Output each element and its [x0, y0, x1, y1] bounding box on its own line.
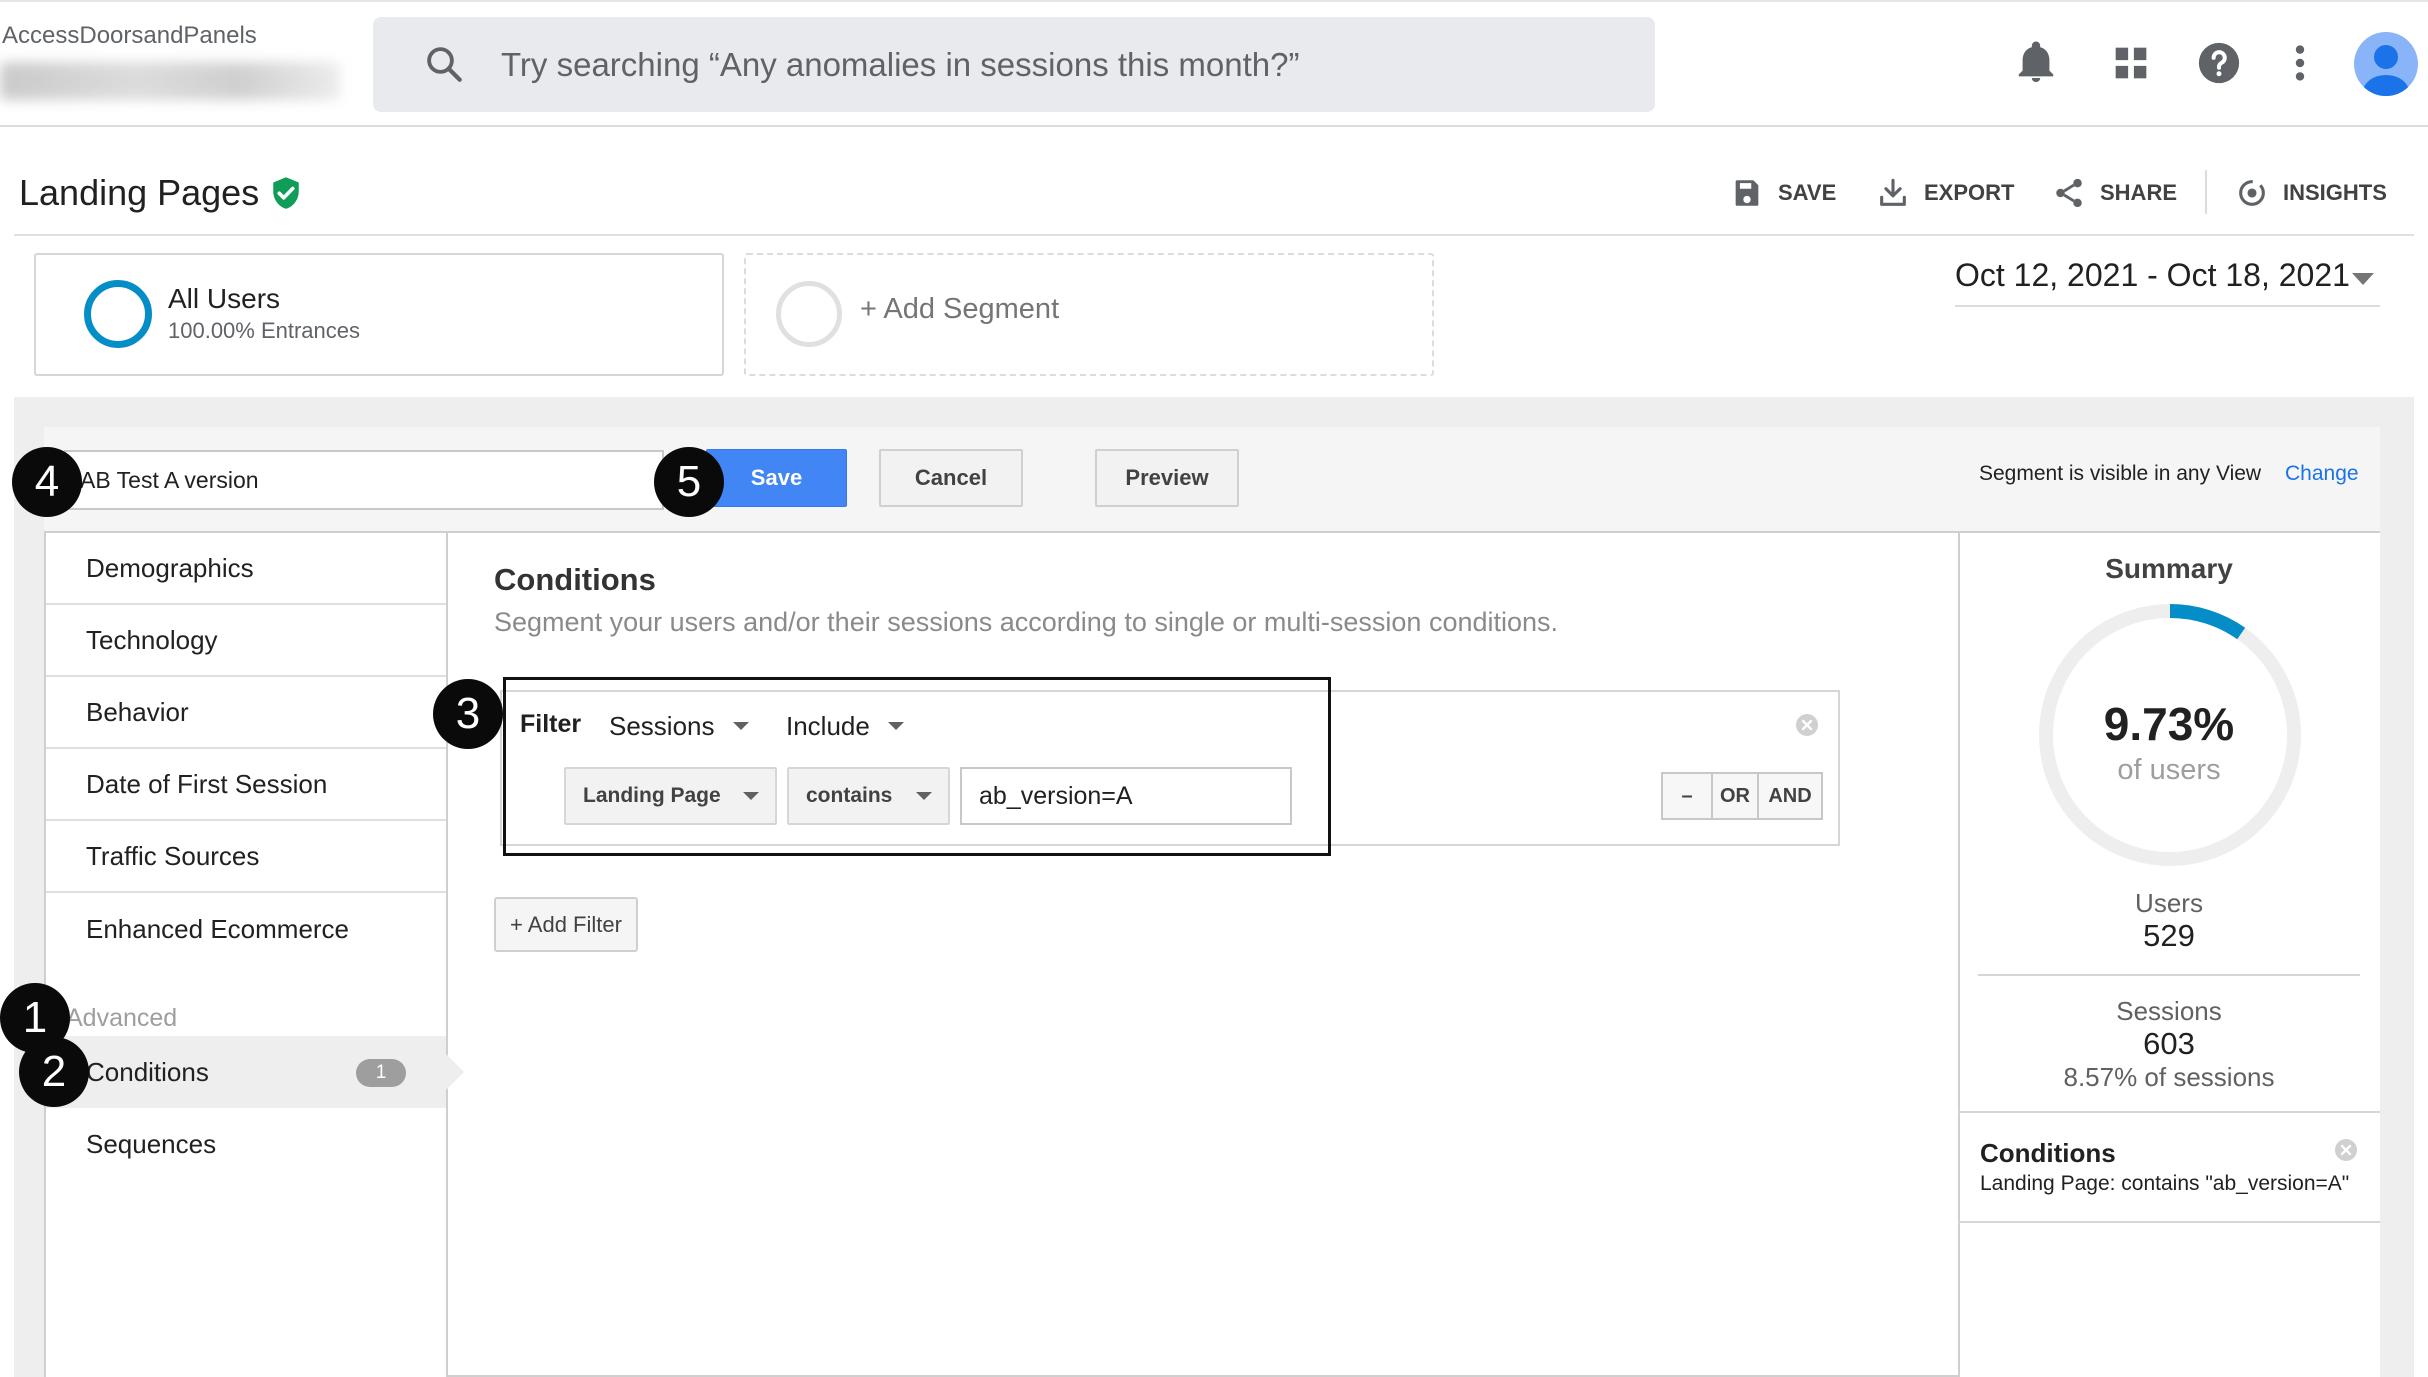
property-selector-blurred[interactable] [0, 62, 340, 100]
conditions-count-badge: 1 [356, 1059, 406, 1087]
save-report-label: SAVE [1778, 180, 1837, 205]
step-marker-5: 5 [654, 447, 724, 517]
more-vert-icon[interactable] [2277, 40, 2323, 86]
step-marker-3: 3 [433, 679, 503, 749]
chevron-down-icon[interactable] [2352, 273, 2374, 285]
insights-button[interactable]: INSIGHTS [2235, 173, 2387, 213]
menu-item-date-of-first-session[interactable]: Date of First Session [46, 749, 446, 821]
menu-item-sequences[interactable]: Sequences [46, 1108, 446, 1180]
download-icon [1880, 178, 1906, 206]
sessions-percentage: 8.57% of sessions [2063, 1062, 2275, 1092]
segment-name-input[interactable]: AB Test A version [64, 450, 664, 510]
insights-label: INSIGHTS [2283, 180, 2387, 205]
annotation-highlight-box [503, 677, 1331, 856]
summary-divider [1978, 974, 2360, 976]
condition-operators: – OR AND [1661, 772, 1823, 820]
share-button[interactable]: SHARE [2052, 173, 2177, 213]
summary-conditions-title: Conditions [1980, 1138, 2116, 1168]
menu-item-behavior[interactable]: Behavior [46, 677, 446, 749]
share-icon [2056, 178, 2082, 208]
add-segment-card[interactable] [744, 253, 1434, 376]
summary-conditions-text: Landing Page: contains "ab_version=A" [1980, 1172, 2350, 1195]
users-percentage-sub: of users [2117, 754, 2221, 786]
menu-item-enhanced-ecommerce[interactable]: Enhanced Ecommerce [46, 893, 446, 965]
add-filter-button[interactable]: + Add Filter [494, 897, 638, 952]
verified-shield-icon [273, 177, 299, 209]
segment-color-ring-icon [84, 280, 152, 348]
or-button[interactable]: OR [1711, 774, 1757, 818]
users-label: Users [2135, 888, 2203, 918]
cancel-button[interactable]: Cancel [879, 449, 1023, 507]
notifications-icon[interactable] [2013, 40, 2059, 86]
step-marker-2: 2 [19, 1037, 89, 1107]
empty-segment-ring-icon [776, 281, 842, 347]
export-label: EXPORT [1924, 180, 2015, 205]
menu-item-technology[interactable]: Technology [46, 605, 446, 677]
gauge-fill-arc [2169, 604, 2246, 640]
share-label: SHARE [2100, 180, 2178, 205]
segment-name: All Users [168, 283, 281, 314]
add-segment-label[interactable]: + Add Segment [860, 293, 1059, 326]
apps-grid-icon[interactable] [2108, 40, 2154, 86]
visibility-text: Segment is visible in any View [1979, 462, 2262, 485]
insights-icon [2239, 180, 2265, 206]
conditions-description: Segment your users and/or their sessions… [494, 607, 1559, 637]
menu-heading-advanced: Advanced [66, 1004, 178, 1032]
segment-subtext: 100.00% Entrances [168, 318, 361, 343]
help-icon[interactable] [2196, 40, 2242, 86]
account-avatar-icon[interactable] [2354, 32, 2418, 96]
menu-item-traffic-sources[interactable]: Traffic Sources [46, 821, 446, 893]
search-placeholder[interactable]: Try searching “Any anomalies in sessions… [501, 46, 1299, 84]
close-icon[interactable] [1795, 713, 1819, 737]
toolbar-divider [2205, 170, 2207, 214]
search-icon[interactable] [423, 43, 465, 85]
sessions-label: Sessions [2116, 996, 2222, 1026]
export-button[interactable]: EXPORT [1876, 173, 2014, 213]
summary-title: Summary [2105, 553, 2233, 584]
users-value: 529 [2143, 918, 2195, 953]
step-marker-4: 4 [12, 447, 82, 517]
menu-item-demographics[interactable]: Demographics [46, 533, 446, 605]
remove-condition-button[interactable]: – [1663, 774, 1711, 818]
save-icon [1735, 180, 1759, 206]
close-icon[interactable] [2334, 1138, 2358, 1162]
account-name[interactable]: AccessDoorsandPanels [2, 22, 257, 50]
save-report-button[interactable]: SAVE [1730, 173, 1836, 213]
sessions-value: 603 [2143, 1026, 2195, 1061]
page-title: Landing Pages [19, 172, 260, 213]
users-percentage: 9.73% [2103, 698, 2235, 750]
change-visibility-link[interactable]: Change [2285, 462, 2359, 486]
date-range-picker[interactable]: Oct 12, 2021 - Oct 18, 2021 [1955, 257, 2380, 307]
save-segment-button[interactable]: Save [706, 449, 847, 507]
conditions-title: Conditions [494, 562, 656, 597]
active-pointer [446, 1054, 464, 1090]
preview-button[interactable]: Preview [1095, 449, 1239, 507]
and-button[interactable]: AND [1757, 774, 1821, 818]
